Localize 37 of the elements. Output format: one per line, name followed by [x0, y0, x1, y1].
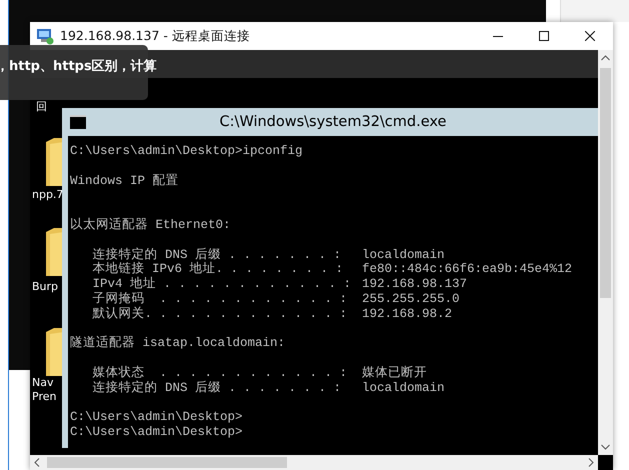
window-title: 192.168.98.137 - 远程桌面连接 [60, 28, 251, 44]
cmd-title: C:\Windows\system32\cmd.exe [220, 114, 446, 130]
console-value: localdomain [362, 380, 445, 396]
console-value: fe80::484c:66f6:ea9b:45e4%12 [362, 262, 572, 278]
console-icon [70, 115, 86, 129]
console-label: 本地链接 IPv6 地址. . . . . . . . : [92, 262, 344, 276]
console-line: C:\Users\admin\Desktop>ipconfig [70, 144, 303, 158]
console-line: Windows IP 配置 [70, 174, 179, 188]
console-value: 192.168.98.137 [362, 277, 468, 292]
close-icon [585, 31, 595, 41]
console-label: 子网掩码 . . . . . . . . . . . . : [92, 292, 348, 306]
tooltip-text: ，http、https区别，计算 [0, 59, 157, 74]
console-line: C:\Users\admin\Desktop> [70, 410, 243, 424]
icon-label[interactable]: 回 [36, 100, 47, 114]
console-label: 媒体状态 . . . . . . . . . . . . : [92, 366, 348, 380]
icon-label[interactable]: Burp [32, 280, 58, 294]
computer-icon [36, 27, 54, 45]
console-line: 以太网适配器 Ethernet0: [70, 218, 231, 232]
icon-label[interactable]: Nav Pren [32, 376, 56, 404]
console-value: 媒体已断开 [362, 366, 427, 381]
console-value: 255.255.255.0 [362, 292, 460, 307]
vertical-scrollbar[interactable] [598, 50, 613, 455]
console-line: 隧道适配器 isatap.localdomain: [70, 336, 286, 350]
console-label: 默认网关. . . . . . . . . . . . . : [92, 306, 348, 322]
console-value: localdomain [362, 248, 445, 262]
scroll-left-icon[interactable] [34, 458, 40, 467]
console-line: C:\Users\admin\Desktop> [70, 425, 243, 440]
maximize-icon [539, 31, 549, 41]
scroll-right-icon[interactable] [588, 458, 594, 467]
icon-label[interactable]: npp.7 [32, 188, 64, 202]
console-value: 192.168.98.2 [362, 306, 452, 322]
console-label: 连接特定的 DNS 后缀 . . . . . . . : [92, 380, 342, 396]
console-label: 连接特定的 DNS 后缀 . . . . . . . : [92, 248, 342, 262]
horizontal-scrollbar[interactable] [30, 455, 598, 470]
scroll-up-icon[interactable] [601, 55, 610, 61]
console-label: IPv4 地址 . . . . . . . . . . . . : [92, 277, 352, 292]
scroll-down-icon[interactable] [601, 444, 610, 450]
